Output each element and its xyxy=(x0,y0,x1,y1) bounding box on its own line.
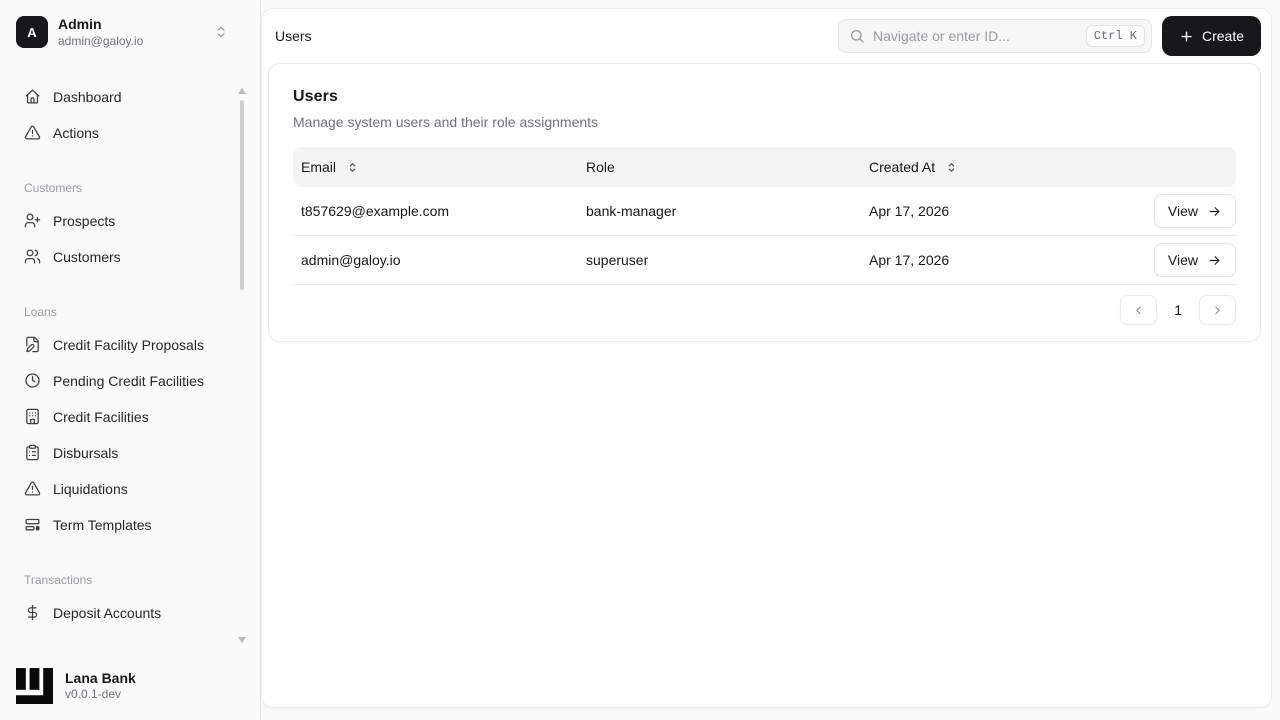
sidebar-item-credit-facility-proposals[interactable]: Credit Facility Proposals xyxy=(16,327,244,363)
sidebar-item-term-templates[interactable]: Term Templates xyxy=(16,507,244,543)
sidebar-item-credit-facilities[interactable]: Credit Facilities xyxy=(16,399,244,435)
sidebar-footer: Lana Bank v0.0.1-dev xyxy=(0,654,259,720)
brand-name: Lana Bank xyxy=(65,669,136,686)
search-input[interactable] xyxy=(872,28,1078,44)
view-button[interactable]: View xyxy=(1153,243,1236,277)
table-row: admin@galoy.io superuser Apr 17, 2026 Vi… xyxy=(293,236,1236,285)
plus-icon xyxy=(1179,29,1194,44)
user-name: Admin xyxy=(58,16,102,32)
sidebar-nav: Dashboard Actions Customers Prospects Cu… xyxy=(0,49,260,631)
sidebar-item-label: Actions xyxy=(53,124,99,141)
current-page-number: 1 xyxy=(1174,302,1182,318)
chevron-left-icon xyxy=(1132,304,1145,317)
cell-role: bank-manager xyxy=(586,203,677,219)
create-button-label: Create xyxy=(1201,28,1244,44)
table-row: t857629@example.com bank-manager Apr 17,… xyxy=(293,187,1236,236)
cell-email: t857629@example.com xyxy=(301,203,450,219)
cell-role: superuser xyxy=(586,252,649,268)
pagination: 1 xyxy=(293,285,1236,333)
column-header-role: Role xyxy=(586,159,615,175)
user-menu[interactable]: A Admin admin@galoy.io xyxy=(0,0,260,49)
dollar-icon xyxy=(24,604,41,621)
column-header-email[interactable]: Email xyxy=(293,159,578,175)
avatar: A xyxy=(16,16,48,49)
brand-version: v0.0.1-dev xyxy=(65,687,122,702)
sidebar-item-customers[interactable]: Customers xyxy=(16,239,244,275)
next-page-button[interactable] xyxy=(1199,295,1236,325)
search-icon xyxy=(849,28,865,44)
table-body: t857629@example.com bank-manager Apr 17,… xyxy=(293,187,1236,285)
nav-group-label-customers: Customers xyxy=(24,180,83,195)
create-button[interactable]: Create xyxy=(1161,16,1261,56)
view-button[interactable]: View xyxy=(1153,194,1236,228)
sidebar-item-label: Credit Facility Proposals xyxy=(53,336,204,353)
sidebar-item-deposit-accounts[interactable]: Deposit Accounts xyxy=(16,595,244,631)
sidebar-item-label: Pending Credit Facilities xyxy=(53,372,204,389)
users-table: Email Role Created At t857629@example.co… xyxy=(293,147,1236,285)
cell-email: admin@galoy.io xyxy=(301,252,401,268)
sidebar-item-dashboard[interactable]: Dashboard xyxy=(16,79,244,115)
chevrons-up-down-icon xyxy=(214,25,228,39)
cell-created-at: Apr 17, 2026 xyxy=(869,203,950,219)
sidebar-item-label: Liquidations xyxy=(53,480,128,497)
home-icon xyxy=(24,88,41,105)
sidebar-item-label: Prospects xyxy=(53,212,116,229)
building-icon xyxy=(24,408,41,425)
scrollbar-up-arrow-icon[interactable] xyxy=(238,88,246,94)
panel-header: Users Ctrl K Create xyxy=(262,9,1271,63)
sidebar-scrollbar[interactable] xyxy=(240,100,244,290)
nav-group-label-transactions: Transactions xyxy=(24,572,93,587)
sidebar-item-label: Deposit Accounts xyxy=(53,604,162,621)
lana-bank-logo xyxy=(16,668,53,704)
sidebar-item-liquidations[interactable]: Liquidations xyxy=(16,471,244,507)
column-header-created-at[interactable]: Created At xyxy=(861,159,1096,175)
users-icon xyxy=(24,248,41,265)
main-panel: Users Ctrl K Create Users Manage system … xyxy=(261,8,1272,708)
arrow-right-icon xyxy=(1207,253,1222,268)
chevron-right-icon xyxy=(1211,304,1224,317)
users-card: Users Manage system users and their role… xyxy=(268,63,1261,342)
breadcrumb: Users xyxy=(275,28,312,44)
sidebar-item-label: Credit Facilities xyxy=(53,408,149,425)
cell-created-at: Apr 17, 2026 xyxy=(869,252,950,268)
global-search[interactable]: Ctrl K xyxy=(837,19,1152,53)
shortcut-badge: Ctrl K xyxy=(1085,25,1145,47)
sidebar-item-pending-credit-facilities[interactable]: Pending Credit Facilities xyxy=(16,363,244,399)
sidebar: A Admin admin@galoy.io Dashboard Actions… xyxy=(0,0,261,720)
sidebar-item-label: Term Templates xyxy=(53,516,152,533)
card-title: Users xyxy=(293,88,338,105)
user-plus-icon xyxy=(24,212,41,229)
file-pen-icon xyxy=(24,336,41,353)
sidebar-item-label: Customers xyxy=(53,248,121,265)
sidebar-item-label: Disbursals xyxy=(53,444,119,461)
sidebar-item-disbursals[interactable]: Disbursals xyxy=(16,435,244,471)
sort-icon xyxy=(945,161,958,174)
triangle-alert-icon xyxy=(24,480,41,497)
user-email: admin@galoy.io xyxy=(58,33,144,48)
arrow-right-icon xyxy=(1207,204,1222,219)
sidebar-item-actions[interactable]: Actions xyxy=(16,115,244,151)
clock-icon xyxy=(24,372,41,389)
scrollbar-down-arrow-icon[interactable] xyxy=(238,637,246,643)
triangle-alert-icon xyxy=(24,124,41,141)
prev-page-button[interactable] xyxy=(1120,295,1158,325)
card-subtitle: Manage system users and their role assig… xyxy=(293,114,599,130)
sidebar-item-label: Dashboard xyxy=(53,88,122,105)
clipboard-list-icon xyxy=(24,444,41,461)
sidebar-item-prospects[interactable]: Prospects xyxy=(16,203,244,239)
table-header-row: Email Role Created At xyxy=(293,147,1236,187)
sort-icon xyxy=(346,161,359,174)
nav-group-label-loans: Loans xyxy=(24,304,57,319)
panels-icon xyxy=(24,516,41,533)
